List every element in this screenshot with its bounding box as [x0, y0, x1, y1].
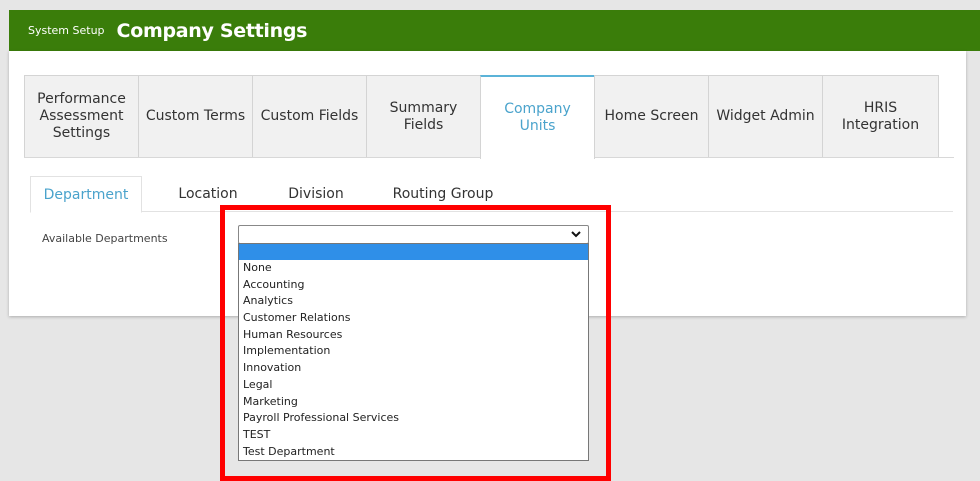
subtab-department[interactable]: Department	[30, 176, 142, 213]
subtab-routing-group[interactable]: Routing Group	[380, 176, 506, 212]
tab-hris-integration[interactable]: HRIS Integration	[822, 75, 939, 157]
dropdown-option[interactable]: Analytics	[239, 293, 588, 310]
department-select[interactable]	[238, 225, 589, 244]
subtab-location[interactable]: Location	[160, 176, 256, 212]
tab-label: Performance Assessment Settings	[37, 91, 126, 141]
dropdown-option[interactable]: Payroll Professional Services	[239, 410, 588, 427]
dropdown-option[interactable]: Human Resources	[239, 327, 588, 344]
tab-company-units[interactable]: Company Units	[480, 75, 595, 159]
subtab-label: Department	[43, 186, 129, 203]
sub-tabs: Department Location Division Routing Gro…	[30, 176, 953, 213]
tab-performance-assessment-settings[interactable]: Performance Assessment Settings	[24, 75, 139, 157]
page-title: Company Settings	[116, 19, 308, 42]
dropdown-option[interactable]: Customer Relations	[239, 310, 588, 327]
tab-label: Home Screen	[604, 108, 699, 124]
department-dropdown-list: None Accounting Analytics Customer Relat…	[238, 243, 589, 461]
tab-label: Company Units	[504, 101, 571, 134]
breadcrumb-system-setup[interactable]: System Setup	[28, 24, 105, 37]
main-tabs: Performance Assessment Settings Custom T…	[24, 75, 954, 159]
dropdown-option[interactable]: Marketing	[239, 394, 588, 411]
dropdown-option[interactable]: Accounting	[239, 277, 588, 294]
page-header: System Setup Company Settings	[9, 10, 980, 51]
subtab-label: Division	[288, 186, 344, 202]
tab-label: Custom Terms	[145, 108, 246, 124]
dropdown-option[interactable]: TEST	[239, 427, 588, 444]
dropdown-option[interactable]: Innovation	[239, 360, 588, 377]
tab-label: Summary Fields	[389, 99, 458, 133]
tab-label: HRIS Integration	[841, 99, 920, 133]
dropdown-option[interactable]: Legal	[239, 377, 588, 394]
chevron-down-icon	[571, 231, 581, 238]
dropdown-option-blank[interactable]	[239, 244, 588, 260]
subtab-division[interactable]: Division	[276, 176, 356, 212]
tab-label: Custom Fields	[260, 108, 359, 124]
tab-custom-fields[interactable]: Custom Fields	[252, 75, 367, 157]
tab-summary-fields[interactable]: Summary Fields	[366, 75, 481, 157]
available-departments-label: Available Departments	[42, 232, 168, 245]
dropdown-option[interactable]: Implementation	[239, 343, 588, 360]
tab-label: Widget Admin	[716, 108, 815, 124]
tab-home-screen[interactable]: Home Screen	[594, 75, 709, 157]
subtab-label: Location	[178, 186, 238, 202]
subtab-label: Routing Group	[392, 186, 494, 202]
tab-widget-admin[interactable]: Widget Admin	[708, 75, 823, 157]
dropdown-option[interactable]: Test Department	[239, 444, 588, 461]
dropdown-option[interactable]: None	[239, 260, 588, 277]
tab-custom-terms[interactable]: Custom Terms	[138, 75, 253, 157]
